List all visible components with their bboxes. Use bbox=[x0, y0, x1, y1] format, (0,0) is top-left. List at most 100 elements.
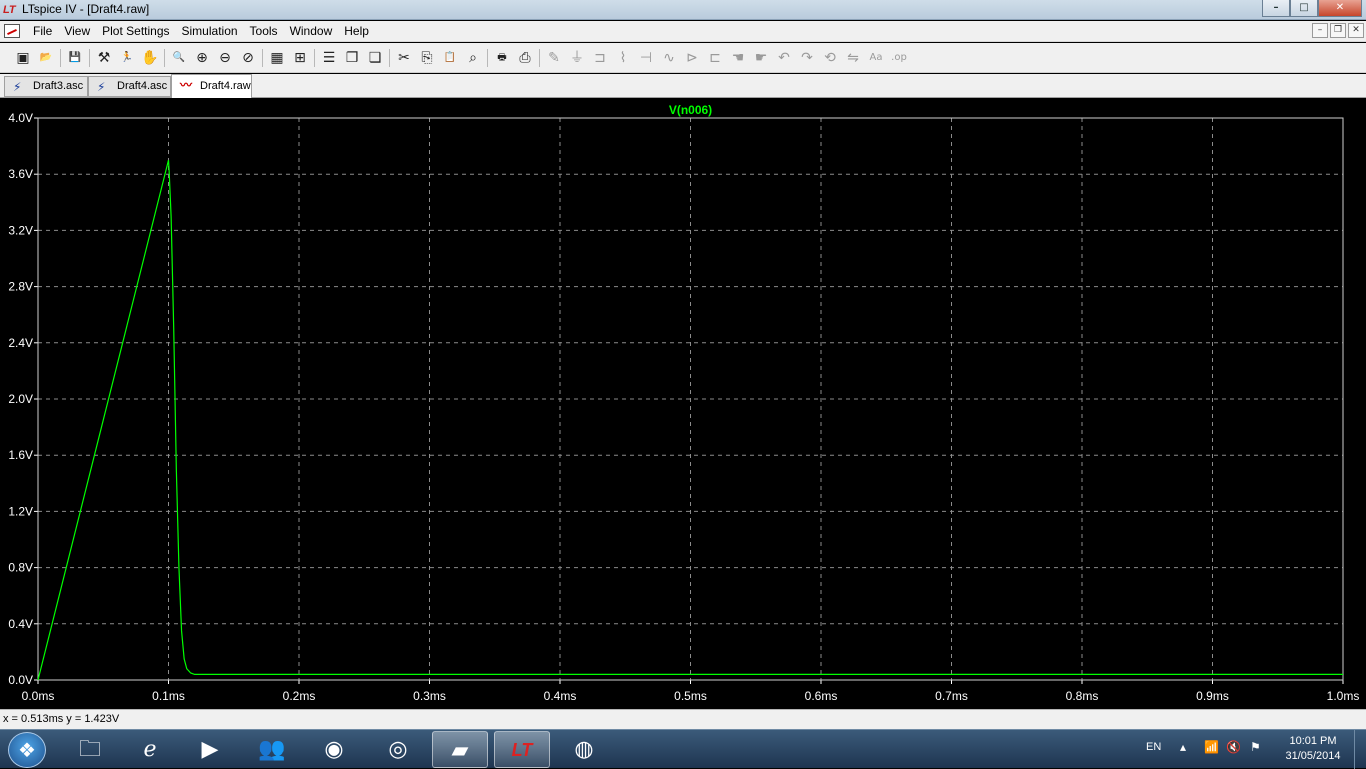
document-window-controls: – ❐ ✕ bbox=[1312, 23, 1364, 38]
firefox-icon[interactable]: ◍ bbox=[556, 731, 612, 768]
move-icon[interactable]: ☚ bbox=[728, 48, 748, 68]
x-tick-label: 1.0ms bbox=[1327, 689, 1360, 703]
zoom-fit-icon[interactable]: ⊘ bbox=[238, 48, 258, 68]
component-icon[interactable]: ⊏ bbox=[705, 48, 725, 68]
menu-bar: File View Plot Settings Simulation Tools… bbox=[0, 21, 1366, 42]
messenger-icon[interactable]: 👥 bbox=[244, 731, 300, 768]
text-icon[interactable]: Aa bbox=[866, 48, 886, 68]
menu-tools[interactable]: Tools bbox=[244, 24, 284, 38]
x-tick-label: 0.9ms bbox=[1196, 689, 1229, 703]
x-tick-label: 0.3ms bbox=[413, 689, 446, 703]
y-tick-label: 3.2V bbox=[8, 223, 33, 237]
file-explorer-icon[interactable]: 🗀 bbox=[62, 731, 118, 768]
ground-icon[interactable]: ⏚ bbox=[567, 48, 587, 68]
print-setup-icon[interactable]: 🖶 bbox=[492, 48, 512, 68]
y-tick-label: 2.4V bbox=[8, 336, 33, 350]
drag-icon[interactable]: ☛ bbox=[751, 48, 771, 68]
wire-icon[interactable]: ✎ bbox=[544, 48, 564, 68]
spice-directive-icon[interactable]: .op bbox=[889, 48, 909, 68]
internet-explorer-icon[interactable]: ℯ bbox=[122, 731, 178, 768]
x-tick-label: 0.4ms bbox=[544, 689, 577, 703]
control-panel-icon[interactable]: ⚒ bbox=[94, 48, 114, 68]
open-icon[interactable]: 📂 bbox=[36, 48, 56, 68]
menu-help[interactable]: Help bbox=[338, 24, 375, 38]
minimize-button[interactable]: – bbox=[1262, 0, 1290, 17]
cascade-icon[interactable]: ❐ bbox=[342, 48, 362, 68]
trace-name-label: V(n006) bbox=[669, 103, 712, 117]
menu-view[interactable]: View bbox=[58, 24, 96, 38]
window-title: LTspice IV - [Draft4.raw] bbox=[22, 2, 150, 16]
pan-icon[interactable]: ⊕ bbox=[192, 48, 212, 68]
y-tick-label: 2.0V bbox=[8, 392, 33, 406]
chrome-icon[interactable]: ◎ bbox=[370, 731, 426, 768]
ltspice-icon[interactable]: LT bbox=[494, 731, 550, 768]
picasa-icon[interactable]: ◉ bbox=[306, 731, 362, 768]
halt-icon[interactable]: ✋ bbox=[140, 48, 160, 68]
tile-vertical-icon[interactable]: ❏ bbox=[365, 48, 385, 68]
title-bar: LT LTspice IV - [Draft4.raw] – □ ✕ bbox=[0, 0, 1366, 20]
doc-restore-button[interactable]: ❐ bbox=[1330, 23, 1346, 38]
grid-icon[interactable]: ⊞ bbox=[290, 48, 310, 68]
volume-muted-icon[interactable]: 🔇 bbox=[1226, 740, 1241, 754]
toolbar-separator bbox=[487, 49, 488, 67]
tile-horizontal-icon[interactable]: ☰ bbox=[319, 48, 339, 68]
x-tick-label: 0.5ms bbox=[674, 689, 707, 703]
y-tick-label: 2.8V bbox=[8, 280, 33, 294]
waveform-chart[interactable]: 0.0ms 0.1ms 0.2ms 0.3ms 0.4ms 0.5ms 0.6ms 0.7ms… bbox=[0, 99, 1366, 709]
run-icon[interactable]: 🏃 bbox=[117, 48, 137, 68]
action-center-icon[interactable]: ⚑ bbox=[1250, 740, 1261, 754]
sticky-notes-icon[interactable]: ▰ bbox=[432, 731, 488, 768]
rotate-icon[interactable]: ⟲ bbox=[820, 48, 840, 68]
show-hidden-icons-icon[interactable]: ▴ bbox=[1180, 740, 1186, 754]
close-button[interactable]: ✕ bbox=[1318, 0, 1362, 17]
find-icon[interactable]: ⌕ bbox=[463, 48, 483, 68]
tab-draft4-raw[interactable]: 〰 Draft4.raw bbox=[171, 74, 252, 98]
show-desktop-button[interactable] bbox=[1354, 730, 1366, 769]
zoom-in-icon[interactable]: 🔍 bbox=[169, 48, 189, 68]
waveform-doc-icon[interactable] bbox=[4, 24, 20, 38]
network-icon[interactable]: 📶 bbox=[1204, 740, 1219, 754]
mirror-icon[interactable]: ⇋ bbox=[843, 48, 863, 68]
toolbar-separator bbox=[89, 49, 90, 67]
autorange-icon[interactable]: ▦ bbox=[267, 48, 287, 68]
print-icon[interactable]: ⎙ bbox=[515, 48, 535, 68]
doc-close-button[interactable]: ✕ bbox=[1348, 23, 1364, 38]
redo-icon[interactable]: ↷ bbox=[797, 48, 817, 68]
y-tick-label: 0.0V bbox=[8, 673, 33, 687]
toolbar-separator bbox=[389, 49, 390, 67]
toolbar: ▣ 📂 💾 ⚒ 🏃 ✋ 🔍 ⊕ ⊖ ⊘ ▦ ⊞ ☰ ❐ ❏ ✂ ⎘ 📋 ⌕ 🖶 ⎙ ✎ ⏚ ⊐ ⌇ ⊣ ∿ ⊳ ⊏ ☚ ☛ ↶ ↷ ⟲ ⇋ Aa .op bbox=[0, 43, 1366, 73]
menu-simulation[interactable]: Simulation bbox=[176, 24, 244, 38]
save-icon[interactable]: 💾 bbox=[65, 48, 85, 68]
label-net-icon[interactable]: ⊐ bbox=[590, 48, 610, 68]
language-indicator[interactable]: EN bbox=[1146, 741, 1161, 753]
media-player-icon[interactable]: ▶ bbox=[182, 731, 238, 768]
resistor-icon[interactable]: ⌇ bbox=[613, 48, 633, 68]
capacitor-icon[interactable]: ⊣ bbox=[636, 48, 656, 68]
undo-icon[interactable]: ↶ bbox=[774, 48, 794, 68]
toolbar-separator bbox=[539, 49, 540, 67]
menu-plot-settings[interactable]: Plot Settings bbox=[96, 24, 175, 38]
ltspice-logo-icon: LT bbox=[3, 4, 16, 16]
new-schematic-icon[interactable]: ▣ bbox=[13, 48, 33, 68]
menu-file[interactable]: File bbox=[27, 24, 58, 38]
toolbar-separator bbox=[164, 49, 165, 67]
toolbar-separator bbox=[262, 49, 263, 67]
tab-draft3-asc[interactable]: ⚡ Draft3.asc bbox=[4, 76, 88, 97]
menu-window[interactable]: Window bbox=[284, 24, 339, 38]
x-tick-label: 0.1ms bbox=[152, 689, 185, 703]
clock-time: 10:01 PM bbox=[1289, 735, 1337, 747]
copy-icon[interactable]: ⎘ bbox=[417, 48, 437, 68]
tab-draft4-asc[interactable]: ⚡ Draft4.asc bbox=[88, 76, 171, 97]
clock[interactable]: 10:01 PM 31/05/2014 bbox=[1276, 734, 1350, 764]
zoom-out-icon[interactable]: ⊖ bbox=[215, 48, 235, 68]
diode-icon[interactable]: ⊳ bbox=[682, 48, 702, 68]
start-button[interactable] bbox=[8, 732, 46, 768]
clock-date: 31/05/2014 bbox=[1285, 750, 1341, 762]
y-tick-label: 0.8V bbox=[8, 561, 33, 575]
doc-minimize-button[interactable]: – bbox=[1312, 23, 1328, 38]
inductor-icon[interactable]: ∿ bbox=[659, 48, 679, 68]
maximize-button[interactable]: □ bbox=[1290, 0, 1318, 17]
cut-icon[interactable]: ✂ bbox=[394, 48, 414, 68]
paste-icon[interactable]: 📋 bbox=[440, 48, 460, 68]
waveform-plot-area[interactable]: 0.0ms 0.1ms 0.2ms 0.3ms 0.4ms 0.5ms 0.6ms 0.7ms… bbox=[0, 99, 1366, 709]
